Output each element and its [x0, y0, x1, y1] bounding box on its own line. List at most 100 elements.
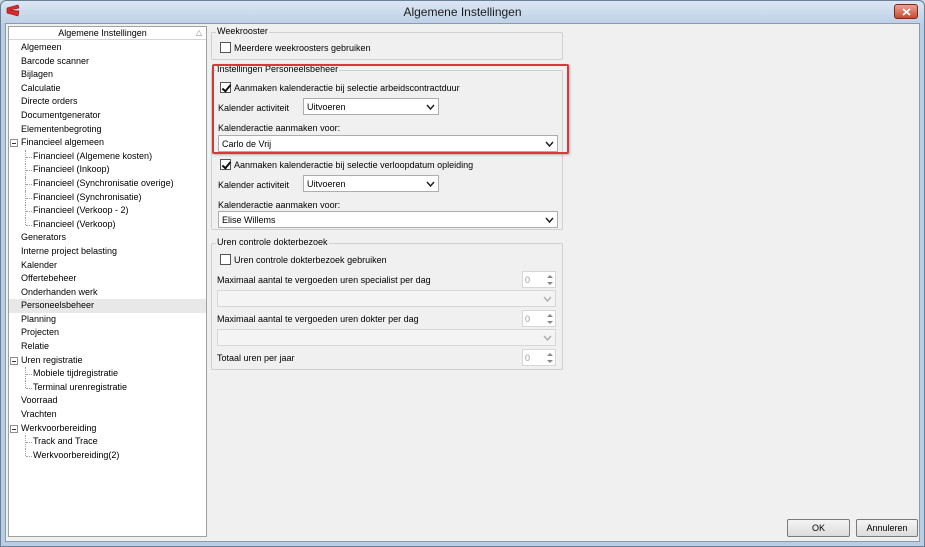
- tree-item[interactable]: Algemeen: [9, 41, 206, 55]
- tree-connector: [26, 183, 32, 185]
- tree-item-label: Vrachten: [21, 409, 57, 420]
- dialog-body: Algemene Instellingen △ Algemeen Barcode …: [5, 23, 920, 542]
- tree-item[interactable]: Interne project belasting: [9, 245, 206, 259]
- doctor-label: Maximaal aantal te vergoeden uren dokter…: [217, 314, 419, 324]
- tree-item[interactable]: Onderhanden werk: [9, 286, 206, 300]
- sort-ascending-icon[interactable]: △: [196, 28, 202, 37]
- tree-subitem[interactable]: Financieel (Synchronisatie overige): [9, 176, 206, 191]
- tree-item-label: Calculatie: [21, 82, 61, 93]
- title-bar[interactable]: Algemene Instellingen: [1, 1, 924, 23]
- tree-item[interactable]: Personeelsbeheer: [9, 299, 206, 313]
- cancel-button[interactable]: Annuleren: [856, 519, 918, 537]
- tree-item-label: Financieel (Verkoop - 2): [33, 205, 129, 216]
- tree-item[interactable]: Planning: [9, 313, 206, 327]
- close-button[interactable]: [894, 4, 918, 19]
- tree-item[interactable]: Werkvoorbereiding: [9, 422, 206, 436]
- training-label: Aanmaken kalenderactie bij selectie verl…: [234, 160, 474, 170]
- ok-button[interactable]: OK: [787, 519, 850, 537]
- tree-item-label: Financieel algemeen: [21, 137, 105, 148]
- tree-item[interactable]: Generators: [9, 231, 206, 245]
- doctor-value: 0: [525, 314, 531, 324]
- tree-item-label: Track and Trace: [33, 436, 98, 447]
- spin-down-icon[interactable]: [546, 319, 554, 326]
- tree-subitem[interactable]: Financieel (Inkoop): [9, 163, 206, 178]
- tree-item[interactable]: Uren registratie: [9, 354, 206, 368]
- tree-connector: [25, 448, 26, 456]
- settings-tree[interactable]: Algemene Instellingen △ Algemeen Barcode …: [8, 26, 207, 537]
- tree-item[interactable]: Elementenbegroting: [9, 123, 206, 137]
- spin-up-icon[interactable]: [546, 312, 554, 319]
- tree-item-label: Werkvoorbereiding(2): [33, 449, 120, 460]
- tree-connector: [26, 211, 32, 213]
- window-title: Algemene Instellingen: [403, 5, 522, 19]
- collapse-icon[interactable]: [10, 356, 18, 365]
- tree-item[interactable]: Vrachten: [9, 408, 206, 422]
- tree-connector: [26, 156, 32, 158]
- tree-item[interactable]: Financieel algemeen: [9, 136, 206, 150]
- spin-up-icon[interactable]: [546, 273, 554, 280]
- close-icon: [902, 8, 911, 16]
- tree-item-label: Generators: [21, 232, 67, 243]
- tree-item[interactable]: Projecten: [9, 326, 206, 340]
- uren-controle-checkbox[interactable]: [220, 254, 231, 265]
- tree-connector: [26, 387, 32, 389]
- tree-item-label: Onderhanden werk: [21, 286, 98, 297]
- tree-subitem[interactable]: Financieel (Verkoop): [9, 217, 206, 232]
- tree-subitem[interactable]: Financieel (Verkoop - 2): [9, 204, 206, 219]
- tree-item[interactable]: Barcode scanner: [9, 55, 206, 69]
- tree-item[interactable]: Relatie: [9, 340, 206, 354]
- create-for2-select[interactable]: Elise Willems: [218, 211, 558, 228]
- tree-item[interactable]: Directe orders: [9, 95, 206, 109]
- tree-item-label: Elementenbegroting: [21, 123, 102, 134]
- tree-item[interactable]: Calculatie: [9, 82, 206, 96]
- total-value: 0: [525, 353, 531, 363]
- doctor-select[interactable]: [217, 329, 556, 346]
- tree-item-label: Interne project belasting: [21, 245, 118, 256]
- collapse-icon[interactable]: [10, 424, 18, 433]
- multiple-weekrooster-checkbox[interactable]: [220, 42, 231, 53]
- tree-subitem[interactable]: Terminal urenregistratie: [9, 380, 206, 395]
- uren-controle-label: Uren controle dokterbezoek gebruiken: [234, 255, 387, 265]
- tree-item-label: Financieel (Synchronisatie overige): [33, 177, 174, 188]
- tree-subitem[interactable]: Financieel (Algemene kosten): [9, 149, 206, 164]
- tree-subitem[interactable]: Mobiele tijdregistratie: [9, 367, 206, 382]
- tree-item[interactable]: Kalender: [9, 259, 206, 273]
- tree-item[interactable]: Bijlagen: [9, 68, 206, 82]
- tree-list: Algemeen Barcode scanner Bijlagen Calculati…: [9, 41, 206, 462]
- tree-item-label: Terminal urenregistratie: [33, 381, 128, 392]
- tree-item-label: Financieel (Verkoop): [33, 218, 116, 229]
- tree-item-label: Relatie: [21, 341, 50, 352]
- create-for2-label: Kalenderactie aanmaken voor:: [218, 200, 341, 210]
- tree-header-label: Algemene Instellingen: [58, 28, 147, 38]
- tree-item-label: Mobiele tijdregistratie: [33, 368, 119, 379]
- tree-item-label: Directe orders: [21, 96, 78, 107]
- uren-controle-group: Uren controle dokterbezoek Uren controle…: [211, 237, 563, 370]
- doctor-spinner[interactable]: 0: [522, 310, 556, 327]
- spin-up-icon[interactable]: [546, 351, 554, 358]
- tree-item-label: Voorraad: [21, 395, 58, 406]
- tree-item-label: Offertebeheer: [21, 273, 77, 284]
- highlight-box: [212, 64, 569, 154]
- activity2-select[interactable]: Uitvoeren: [303, 175, 439, 192]
- tree-item[interactable]: Offertebeheer: [9, 272, 206, 286]
- tree-item[interactable]: Documentgenerator: [9, 109, 206, 123]
- specialist-spinner[interactable]: 0: [522, 271, 556, 288]
- tree-connector: [26, 455, 32, 457]
- spin-down-icon[interactable]: [546, 280, 554, 287]
- tree-item[interactable]: Voorraad: [9, 394, 206, 408]
- total-spinner[interactable]: 0: [522, 349, 556, 366]
- tree-item-label: Planning: [21, 313, 57, 324]
- tree-item-label: Bijlagen: [21, 69, 54, 80]
- tree-subitem[interactable]: Financieel (Synchronisatie): [9, 190, 206, 205]
- tree-connector: [26, 170, 32, 172]
- activity2-select-value: Uitvoeren: [307, 179, 346, 189]
- tree-subitem[interactable]: Track and Trace: [9, 435, 206, 450]
- tree-item-label: Personeelsbeheer: [21, 300, 95, 311]
- collapse-icon[interactable]: [10, 139, 18, 148]
- training-checkbox[interactable]: [220, 159, 231, 170]
- tree-header[interactable]: Algemene Instellingen △: [9, 27, 206, 40]
- settings-window: Algemene Instellingen Algemene Instellin…: [0, 0, 925, 547]
- specialist-select[interactable]: [217, 290, 556, 307]
- spin-down-icon[interactable]: [546, 358, 554, 365]
- tree-subitem[interactable]: Werkvoorbereiding(2): [9, 448, 206, 463]
